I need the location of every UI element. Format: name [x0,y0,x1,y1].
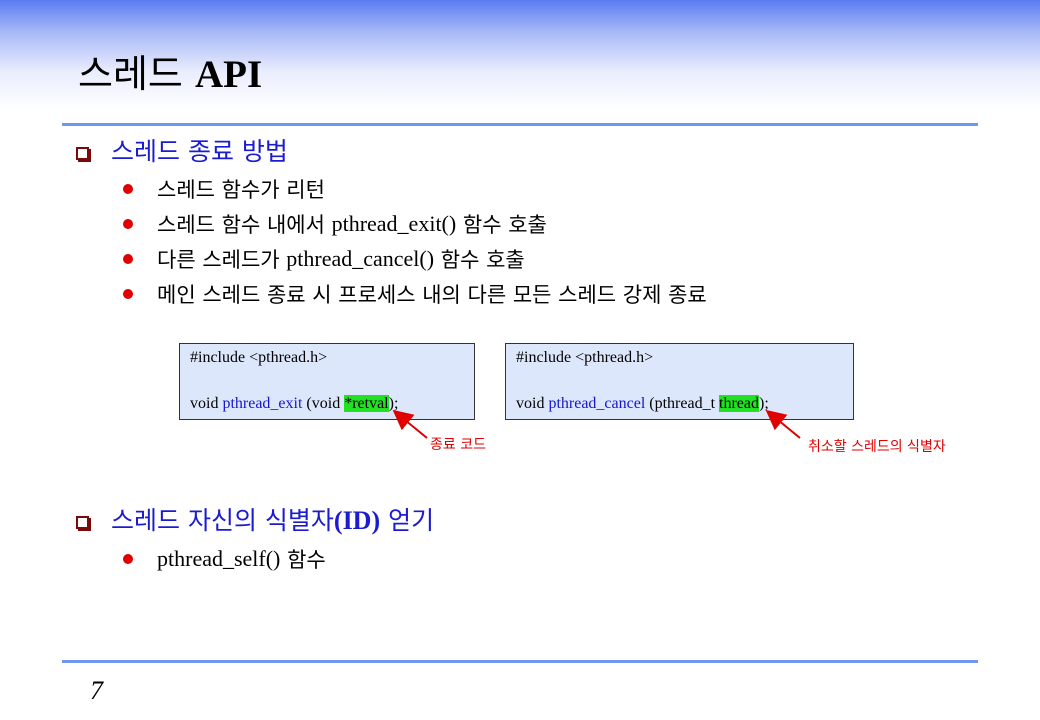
section-heading: 스레드 자신의 식별자 [111,506,334,535]
section-thread-self-id: 스레드 자신의 식별자 (ID) 얻기 [76,504,434,538]
item-suffix: 함수 [280,547,326,572]
arrow-to-retval [392,409,428,439]
section-heading-tail: 얻기 [380,506,435,535]
annotation-arrows [392,409,801,439]
note-exit-code: 종료 코드 [430,437,486,453]
bullet-dot-icon [123,553,133,564]
page-number: 7 [90,676,103,705]
list-item: pthread_self() 함수 [120,541,326,576]
note-thread-id: 취소할 스레드의 식별자 [808,439,946,455]
square-bullet-icon [76,515,89,529]
section-heading-id: (ID) [333,506,381,535]
bottom-divider [62,660,978,663]
arrow-to-thread [765,409,801,439]
self-id-list: pthread_self() 함수 [120,541,326,576]
item-code: pthread_self() [157,545,281,571]
